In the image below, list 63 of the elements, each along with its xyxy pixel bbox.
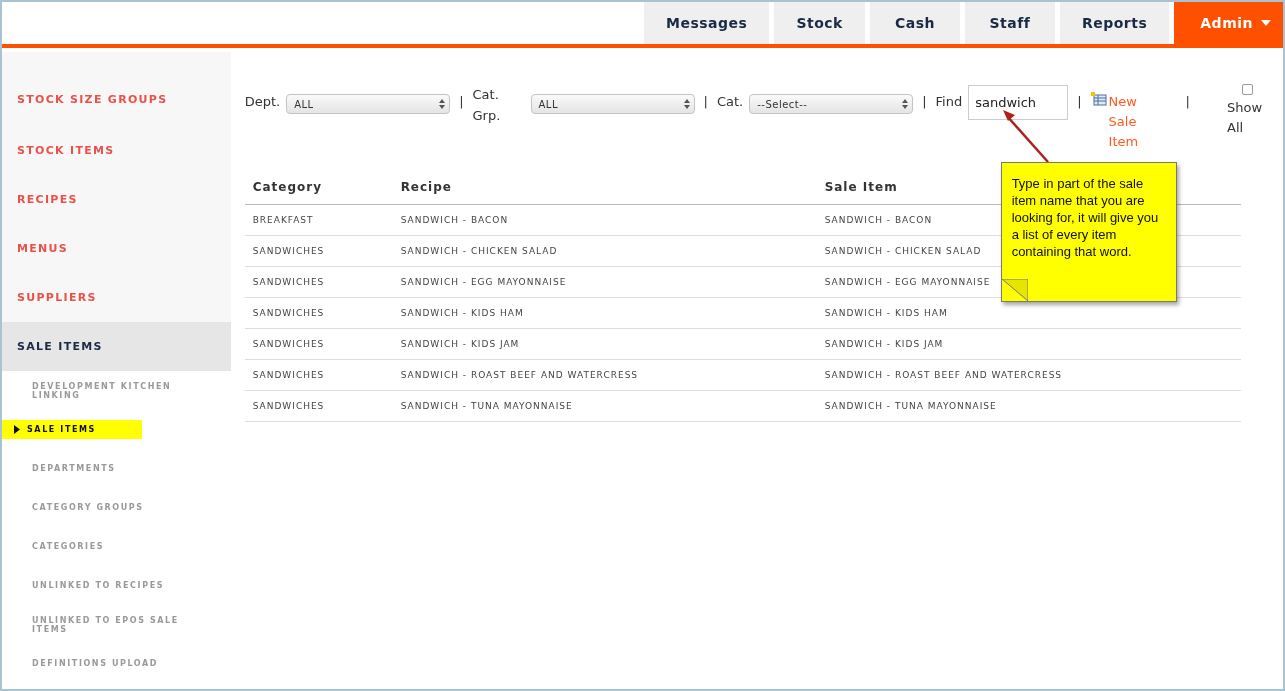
sidebar-subitem[interactable]: DEVELOPMENT KITCHEN LINKING [2, 381, 231, 400]
sidebar-item[interactable]: STOCK SIZE GROUPS [2, 52, 231, 126]
table-cell: SANDWICHES [244, 266, 393, 298]
table-cell: SANDWICHES [244, 359, 393, 391]
table-cell: SANDWICH - TUNA MAYONNAISE [392, 390, 817, 422]
table-cell: BREAKFAST [244, 204, 393, 236]
sidebar-subitem[interactable]: CATEGORY GROUPS [2, 498, 156, 517]
table-cell: SANDWICH - ROAST BEEF AND WATERCRESS [392, 359, 817, 391]
sidebar-subitem[interactable]: UNLINKED TO EPOS SALE ITEMS [2, 615, 231, 634]
table-icon [1090, 92, 1107, 106]
department-select[interactable]: ALL [286, 94, 451, 114]
nav-tab[interactable]: Staff [964, 2, 1055, 44]
nav-tab[interactable]: Reports [1059, 2, 1170, 44]
find-field[interactable]: sandwich [968, 85, 1069, 120]
show-all-label: Show All [1227, 99, 1264, 137]
sidebar-item[interactable]: STOCK ITEMS [2, 126, 231, 175]
column-header: Recipe [392, 180, 817, 205]
callout-note: Type in part of the sale item name that you are looking for, it will give you a list of every item containing that word. [1000, 162, 1177, 302]
separator: | [458, 93, 465, 109]
nav-tab[interactable]: Stock [774, 2, 865, 44]
updown-arrows-icon [902, 99, 909, 109]
table-cell: SANDWICH - KIDS JAM [816, 328, 1241, 360]
table-cell: SANDWICH - KIDS JAM [392, 328, 817, 360]
new-sale-item-link[interactable]: New Sale Item [1108, 92, 1149, 152]
triangle-icon [14, 425, 20, 434]
sidebar-subitem[interactable]: UNLINKED TO RECIPES [2, 576, 177, 595]
filter-label: Dept. [244, 93, 281, 109]
column-header: Category [244, 180, 393, 205]
filter-label: Find [935, 93, 963, 109]
sidebar-subitem[interactable]: CATEGORIES [2, 537, 117, 556]
category-select[interactable]: --Select-- [749, 94, 914, 114]
sidebar-item[interactable]: RECIPES [2, 175, 231, 224]
table-cell: SANDWICHES [244, 297, 393, 329]
separator: | [1184, 93, 1191, 109]
updown-arrows-icon [439, 99, 446, 109]
folded-corner-icon [1001, 279, 1028, 301]
sidebar-subitem[interactable]: DEFINITIONS UPLOAD [2, 654, 171, 673]
table-cell: SANDWICH - BACON [392, 204, 817, 236]
nav-tab[interactable]: Admin [1174, 2, 1283, 44]
table-cell: SANDWICHES [244, 235, 393, 267]
table-cell: SANDWICHES [244, 390, 393, 422]
show-all-checkbox[interactable] [1241, 84, 1253, 95]
table-cell: SANDWICH - ROAST BEEF AND WATERCRESS [816, 359, 1241, 391]
caret-icon [1261, 20, 1271, 26]
filter-label: Cat. [716, 93, 744, 109]
updown-arrows-icon [683, 99, 690, 109]
category-group-select[interactable]: ALL [530, 94, 695, 114]
sidebar-item[interactable]: SUPPLIERS [2, 273, 231, 322]
separator: | [1076, 93, 1083, 109]
nav-tab[interactable]: Messages [644, 2, 770, 44]
table-cell: SANDWICH - CHICKEN SALAD [392, 235, 817, 267]
table-cell: SANDWICH - TUNA MAYONNAISE [816, 390, 1241, 422]
filter-label: Cat. Grp. [472, 86, 502, 125]
separator: | [921, 93, 928, 109]
sidebar-item[interactable]: SALE ITEMS [2, 322, 231, 371]
table-cell: SANDWICHES [244, 328, 393, 360]
table-cell: SANDWICH - EGG MAYONNAISE [392, 266, 817, 298]
sidebar-item[interactable]: MENUS [2, 224, 231, 273]
table-cell: SANDWICH - KIDS HAM [392, 297, 817, 329]
nav-tab[interactable]: Cash [869, 2, 960, 44]
sidebar-subitem[interactable]: SALE ITEMS [2, 420, 142, 439]
sidebar-subitem[interactable]: DEPARTMENTS [2, 459, 128, 478]
separator: | [702, 93, 709, 109]
